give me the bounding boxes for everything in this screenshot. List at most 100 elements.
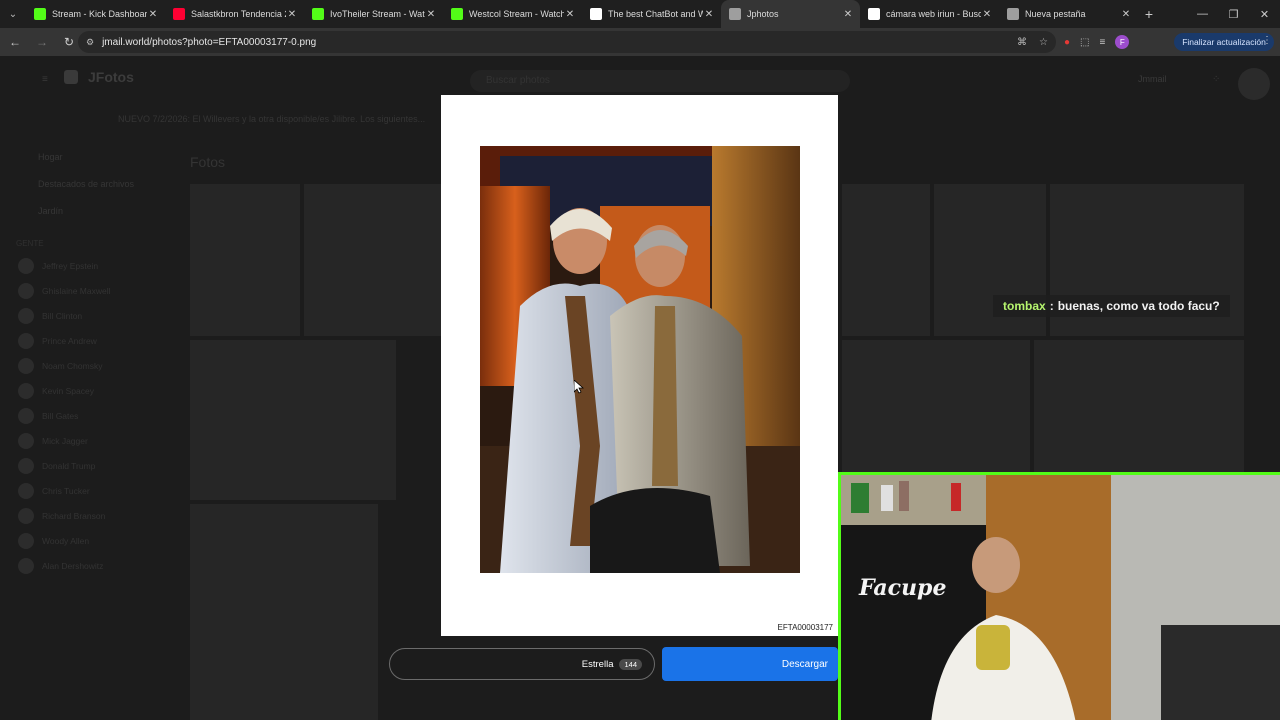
tab-close-icon[interactable]: ✕ [703,9,715,20]
extension-red-icon[interactable]: ● [1064,37,1070,48]
person-avatar [18,507,34,524]
star-button[interactable]: Estrella 144 [389,648,655,680]
person-list-item[interactable]: Richard Branson [16,503,176,528]
webcam-sign-text: Facupe [859,575,947,601]
media-control-icon[interactable]: ≡ [1100,37,1106,48]
photo-thumbnail[interactable] [842,184,930,336]
person-list-item[interactable]: Donald Trump [16,453,176,478]
chatbot-icon [590,8,602,20]
browser-menu-icon[interactable]: ⋮ [1262,35,1272,46]
chat-message-overlay: tombax : buenas, como va todo facu? [993,295,1230,317]
window-controls: — ❐ ✕ [1187,0,1280,28]
people-section-label: GENTE [16,239,44,248]
person-avatar [18,432,34,449]
tab-close-icon[interactable]: ✕ [1120,9,1132,20]
google-icon [868,8,880,20]
tab-strip: ⌄ Stream - Kick Dashboard ✕ Salastkbron Te… [0,0,1280,28]
person-avatar [18,307,34,324]
restore-icon[interactable]: ❐ [1218,0,1249,28]
app-logo [64,70,78,84]
chrome-icon [1007,8,1019,20]
tab-close-icon[interactable]: ✕ [425,9,437,20]
person-name: Bill Gates [42,410,79,421]
tab-close-icon[interactable]: ✕ [286,9,298,20]
forward-icon[interactable]: → [30,30,54,54]
person-list-item[interactable]: Jeffrey Epstein [16,253,176,278]
photo-thumbnail[interactable] [190,340,396,500]
tab-label: Nueva pestaña [1025,9,1086,19]
browser-tab[interactable]: Jphotos ✕ [721,0,860,28]
user-avatar[interactable] [1238,68,1270,100]
person-list-item[interactable]: Ghislaine Maxwell [16,278,176,303]
bookmark-star-icon[interactable]: ☆ [1039,37,1048,48]
star-label: Estrella [581,658,614,670]
person-avatar [18,532,34,549]
tab-label: Stream - Kick Dashboard [52,9,147,19]
photo-image [480,146,800,573]
hamburger-icon[interactable]: ≡ [42,74,48,85]
minimize-icon[interactable]: — [1187,0,1218,28]
site-info-icon[interactable]: ⚙ [86,37,94,48]
profile-avatar[interactable]: F [1115,35,1130,49]
tab-close-icon[interactable]: ✕ [981,9,993,20]
photo-viewer-modal: EFTA00003177 [441,95,838,636]
person-list-item[interactable]: Bill Gates [16,403,176,428]
person-name: Jeffrey Epstein [42,260,99,271]
photo-thumbnail[interactable] [190,184,300,336]
tab-close-icon[interactable]: ✕ [842,9,854,20]
person-list-item[interactable]: Prince Andrew [16,328,176,353]
person-list-item[interactable]: Noam Chomsky [16,353,176,378]
kick-icon [312,8,324,20]
url-text[interactable]: jmail.world/photos?photo=EFTA00003177-0.… [102,37,316,48]
person-avatar [18,557,34,574]
person-list-item[interactable]: Woody Allen [16,528,176,553]
sidebar-link[interactable]: Jardín [16,198,176,225]
apps-grid-icon[interactable]: ⁘ [1212,74,1220,85]
person-name: Kevin Spacey [42,385,94,396]
browser-tab[interactable]: Stream - Kick Dashboard ✕ [26,0,165,28]
photo-thumbnail[interactable] [304,184,442,336]
person-avatar [18,457,34,474]
person-list-item[interactable]: Kevin Spacey [16,378,176,403]
new-tab-button[interactable]: + [1138,6,1160,22]
jmail-link[interactable]: Jmmail [1138,74,1167,84]
tab-close-icon[interactable]: ✕ [147,9,159,20]
photo-search-input[interactable]: Buscar photos [470,70,850,92]
chat-message-text: buenas, como va todo facu? [1057,299,1220,313]
person-list-item[interactable]: Mick Jagger [16,428,176,453]
sidebar-link[interactable]: Hogar [16,144,176,171]
tab-label: Jphotos [747,9,779,19]
person-name: Ghislaine Maxwell [42,285,111,296]
sidebar-link[interactable]: Destacados de archivos [16,171,176,198]
photo-preview[interactable] [480,146,800,573]
browser-tab[interactable]: cámara web iriun - Busca ✕ [860,0,999,28]
tab-label: The best ChatBot and Wi [608,9,703,19]
finish-update-button[interactable]: Finalizar actualización [1174,33,1274,51]
cursor-arrow-icon [573,379,585,394]
download-button[interactable]: Descargar [662,647,838,681]
person-avatar [18,407,34,424]
person-name: Chris Tucker [42,485,90,496]
photo-thumbnail[interactable] [190,504,378,720]
browser-toolbar: ← → ↻ ⚙ jmail.world/photos?photo=EFTA000… [0,28,1280,56]
extensions-icon[interactable]: ⬚ [1080,37,1089,48]
close-window-icon[interactable]: ✕ [1249,0,1280,28]
back-icon[interactable]: ← [3,30,27,54]
person-avatar [18,257,34,274]
tab-close-icon[interactable]: ✕ [564,9,576,20]
person-list-item[interactable]: Alan Dershowitz [16,553,176,578]
browser-tab[interactable]: Nueva pestaña ✕ [999,0,1138,28]
browser-tab[interactable]: Westcol Stream - Watch L ✕ [443,0,582,28]
tab-search-icon[interactable]: ⌄ [0,0,26,28]
tab-label: Salastkbron Tendencia 20 [191,9,286,19]
person-list-item[interactable]: Bill Clinton [16,303,176,328]
person-list-item[interactable]: Chris Tucker [16,478,176,503]
browser-tab[interactable]: The best ChatBot and Wi ✕ [582,0,721,28]
person-name: Bill Clinton [42,310,83,321]
translate-icon[interactable]: ⌘ [1017,37,1027,48]
photos-section-title: Fotos [190,154,226,170]
address-bar[interactable]: ⚙ jmail.world/photos?photo=EFTA00003177-… [78,31,1056,53]
browser-tab[interactable]: IvoTheiler Stream - Watc ✕ [304,0,443,28]
person-name: Mick Jagger [42,435,88,446]
browser-tab[interactable]: Salastkbron Tendencia 20 ✕ [165,0,304,28]
